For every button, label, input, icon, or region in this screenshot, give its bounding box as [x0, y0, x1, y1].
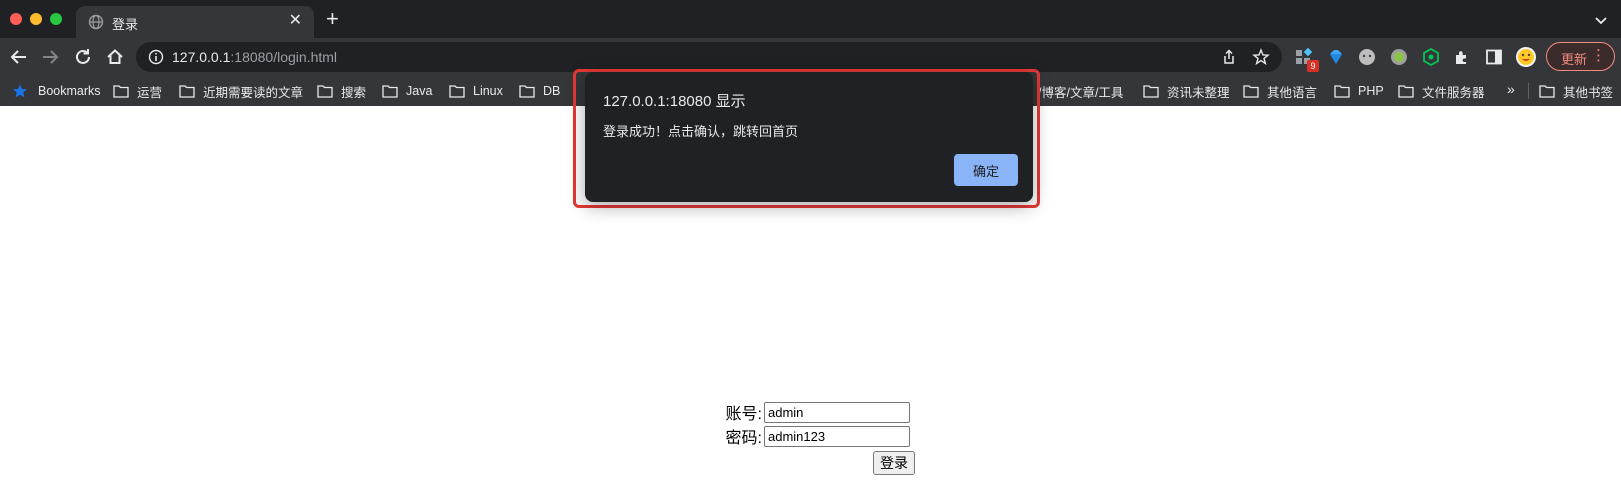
- folder-icon: [1539, 85, 1555, 98]
- bookmark-folder-blog-tools[interactable]: /博客/文章/工具: [1038, 82, 1123, 100]
- bookmark-label: Bookmarks: [38, 84, 101, 98]
- password-label: 密码:: [725, 430, 762, 447]
- update-label: 更新: [1561, 52, 1588, 67]
- bookmark-folder-news[interactable]: 资讯未整理: [1143, 82, 1230, 100]
- close-window-button[interactable]: [10, 13, 22, 25]
- bookmark-folder-other-languages[interactable]: 其他语言: [1243, 82, 1317, 100]
- url-host: 127.0.0.1: [172, 49, 231, 65]
- bookmark-folder-php[interactable]: PHP: [1334, 82, 1384, 100]
- home-icon[interactable]: [104, 46, 126, 68]
- back-arrow-icon[interactable]: [8, 46, 30, 68]
- folder-icon: [1334, 85, 1350, 98]
- bookmark-label: /博客/文章/工具: [1038, 85, 1124, 100]
- bookmarks-divider: [1528, 83, 1529, 99]
- bookmark-label: 近期需要读的文章: [203, 85, 304, 100]
- url-path: :18080/login.html: [230, 49, 338, 65]
- tab-login[interactable]: 登录 ✕: [76, 6, 314, 38]
- bookmark-star-icon[interactable]: [1252, 48, 1270, 66]
- alert-dialog: 127.0.0.1:18080 显示 登录成功！点击确认，跳转回首页 确定: [585, 72, 1033, 202]
- new-tab-button[interactable]: +: [326, 8, 339, 30]
- tab-strip: 登录 ✕ +: [0, 0, 1621, 38]
- dialog-ok-button[interactable]: 确定: [954, 154, 1018, 186]
- bookmark-folder-java[interactable]: Java: [382, 82, 432, 100]
- star-icon: [13, 84, 27, 98]
- bookmark-label: 其他语言: [1267, 85, 1318, 100]
- forward-arrow-icon[interactable]: [39, 46, 61, 68]
- update-button[interactable]: 更新 ⋮: [1546, 42, 1615, 71]
- tab-close-icon[interactable]: ✕: [289, 12, 302, 30]
- folder-icon: [382, 85, 398, 98]
- bookmark-label: 运营: [137, 85, 163, 100]
- login-button[interactable]: 登录: [873, 451, 915, 475]
- password-input[interactable]: [764, 425, 910, 447]
- password-row: 密码:: [714, 424, 910, 448]
- share-icon[interactable]: [1220, 48, 1238, 66]
- maximize-window-button[interactable]: [50, 13, 62, 25]
- bookmark-label: 文件服务器: [1422, 85, 1485, 100]
- dialog-title: 127.0.0.1:18080 显示: [603, 93, 746, 110]
- green-circle-extension-icon[interactable]: [1389, 47, 1409, 67]
- dialog-message: 登录成功！点击确认，跳转回首页: [603, 124, 799, 139]
- puzzle-extensions-icon[interactable]: [1452, 47, 1472, 67]
- menu-dots-icon: ⋮: [1591, 47, 1606, 64]
- folder-icon: [113, 85, 129, 98]
- minimize-window-button[interactable]: [30, 13, 42, 25]
- bookmark-item-bookmarks[interactable]: Bookmarks: [12, 82, 101, 100]
- bookmark-label: PHP: [1358, 84, 1384, 98]
- globe-icon: [88, 14, 104, 30]
- address-bar[interactable]: 127.0.0.1:18080/login.html: [136, 42, 1282, 72]
- folder-icon: [1243, 85, 1259, 98]
- tab-title: 登录: [112, 17, 139, 32]
- account-input[interactable]: [764, 401, 910, 423]
- folder-icon: [317, 85, 333, 98]
- folder-icon: [1398, 85, 1414, 98]
- bookmark-folder-linux[interactable]: Linux: [449, 82, 503, 100]
- account-label: 账号:: [725, 406, 762, 423]
- extension-badge: 9: [1307, 60, 1319, 72]
- cat-extension-icon[interactable]: [1357, 47, 1377, 67]
- bookmark-label: DB: [543, 84, 561, 98]
- bookmark-folder-other-bookmarks[interactable]: 其他书签: [1539, 82, 1613, 100]
- folder-icon: [519, 85, 535, 98]
- bookmark-folder-db[interactable]: DB: [519, 82, 560, 100]
- folder-icon: [179, 85, 195, 98]
- bookmark-folder-search[interactable]: 搜索: [317, 82, 366, 100]
- url-text: 127.0.0.1:18080/login.html: [172, 49, 337, 65]
- bookmark-folder-recent-articles[interactable]: 近期需要读的文章: [179, 82, 303, 100]
- bookmarks-overflow-button[interactable]: »: [1507, 81, 1515, 97]
- vue-devtools-icon[interactable]: [1421, 47, 1441, 67]
- folder-icon: [449, 85, 465, 98]
- site-info-icon[interactable]: [148, 49, 164, 65]
- chevron-down-icon[interactable]: [1593, 12, 1609, 28]
- folder-icon: [1143, 85, 1159, 98]
- bookmark-label: Java: [406, 84, 433, 98]
- bookmark-folder-file-server[interactable]: 文件服务器: [1398, 82, 1485, 100]
- bookmark-folder-yunying[interactable]: 运营: [113, 82, 162, 100]
- bookmark-label: 搜索: [341, 85, 367, 100]
- profile-avatar[interactable]: [1515, 46, 1537, 68]
- bookmark-label: 资讯未整理: [1167, 85, 1230, 100]
- diamond-icon[interactable]: [1326, 47, 1346, 67]
- bookmark-label: Linux: [473, 84, 503, 98]
- reload-icon[interactable]: [72, 46, 94, 68]
- bookmark-label: 其他书签: [1563, 85, 1614, 100]
- account-row: 账号:: [714, 400, 910, 424]
- side-panel-icon[interactable]: [1484, 47, 1504, 67]
